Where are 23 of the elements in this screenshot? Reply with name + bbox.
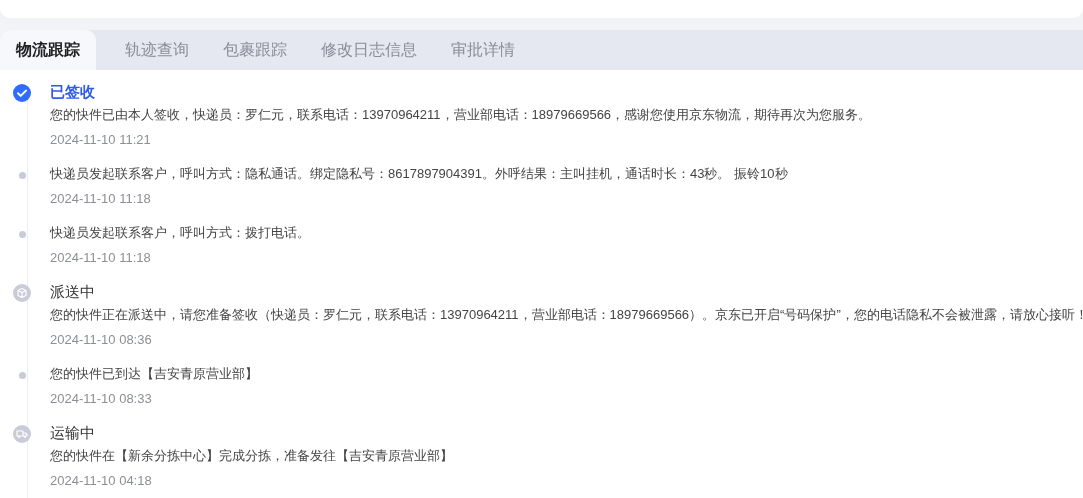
- tab[interactable]: 修改日志信息: [304, 30, 434, 70]
- event-text: 您的快件在【新余分拣中心】完成分拣，准备发往【吉安青原营业部】: [50, 447, 453, 465]
- event-text: 快递员发起联系客户，呼叫方式：拨打电话。: [50, 224, 310, 242]
- event-time: 2024-11-10 08:33: [50, 390, 153, 408]
- tab[interactable]: 物流跟踪: [0, 30, 96, 70]
- status-title: 运输中: [50, 423, 96, 443]
- status-title: 已签收: [50, 82, 96, 102]
- timeline-dot: [18, 231, 26, 238]
- event-text: 快递员发起联系客户，呼叫方式：隐私通话。绑定隐私号：8617897904391。外呼结果：主叫挂机，通话时长：43秒。 振铃10秒: [50, 165, 788, 183]
- tab[interactable]: 包裹跟踪: [206, 30, 304, 70]
- tab[interactable]: 审批详情: [434, 30, 532, 70]
- event-time: 2024-11-10 08:36: [50, 331, 153, 349]
- event-time: 2024-11-10 11:18: [50, 249, 152, 267]
- event-time: 2024-11-10 11:21: [50, 131, 152, 149]
- timeline-dot: [18, 172, 26, 179]
- event-text: 您的快件已到达【吉安青原营业部】: [50, 365, 258, 383]
- event-time: 2024-11-10 11:18: [50, 190, 152, 208]
- tab[interactable]: 轨迹查询: [108, 30, 206, 70]
- event-text: 您的快件已由本人签收，快递员：罗仁元，联系电话：13970964211，营业部电话：18979669566，感谢您使用京东物流，期待再次为您服务。: [50, 106, 872, 124]
- timeline-dot: [18, 372, 26, 379]
- status-title: 派送中: [50, 282, 96, 302]
- event-time: 2024-11-10 04:18: [50, 472, 153, 490]
- event-text: 您的快件正在派送中，请您准备签收（快递员：罗仁元，联系电话：13970964211，营业部电话：18979669566）。京东已开启“号码保护”，您的电话隐私不会被泄露，请放心接听！: [50, 306, 1083, 324]
